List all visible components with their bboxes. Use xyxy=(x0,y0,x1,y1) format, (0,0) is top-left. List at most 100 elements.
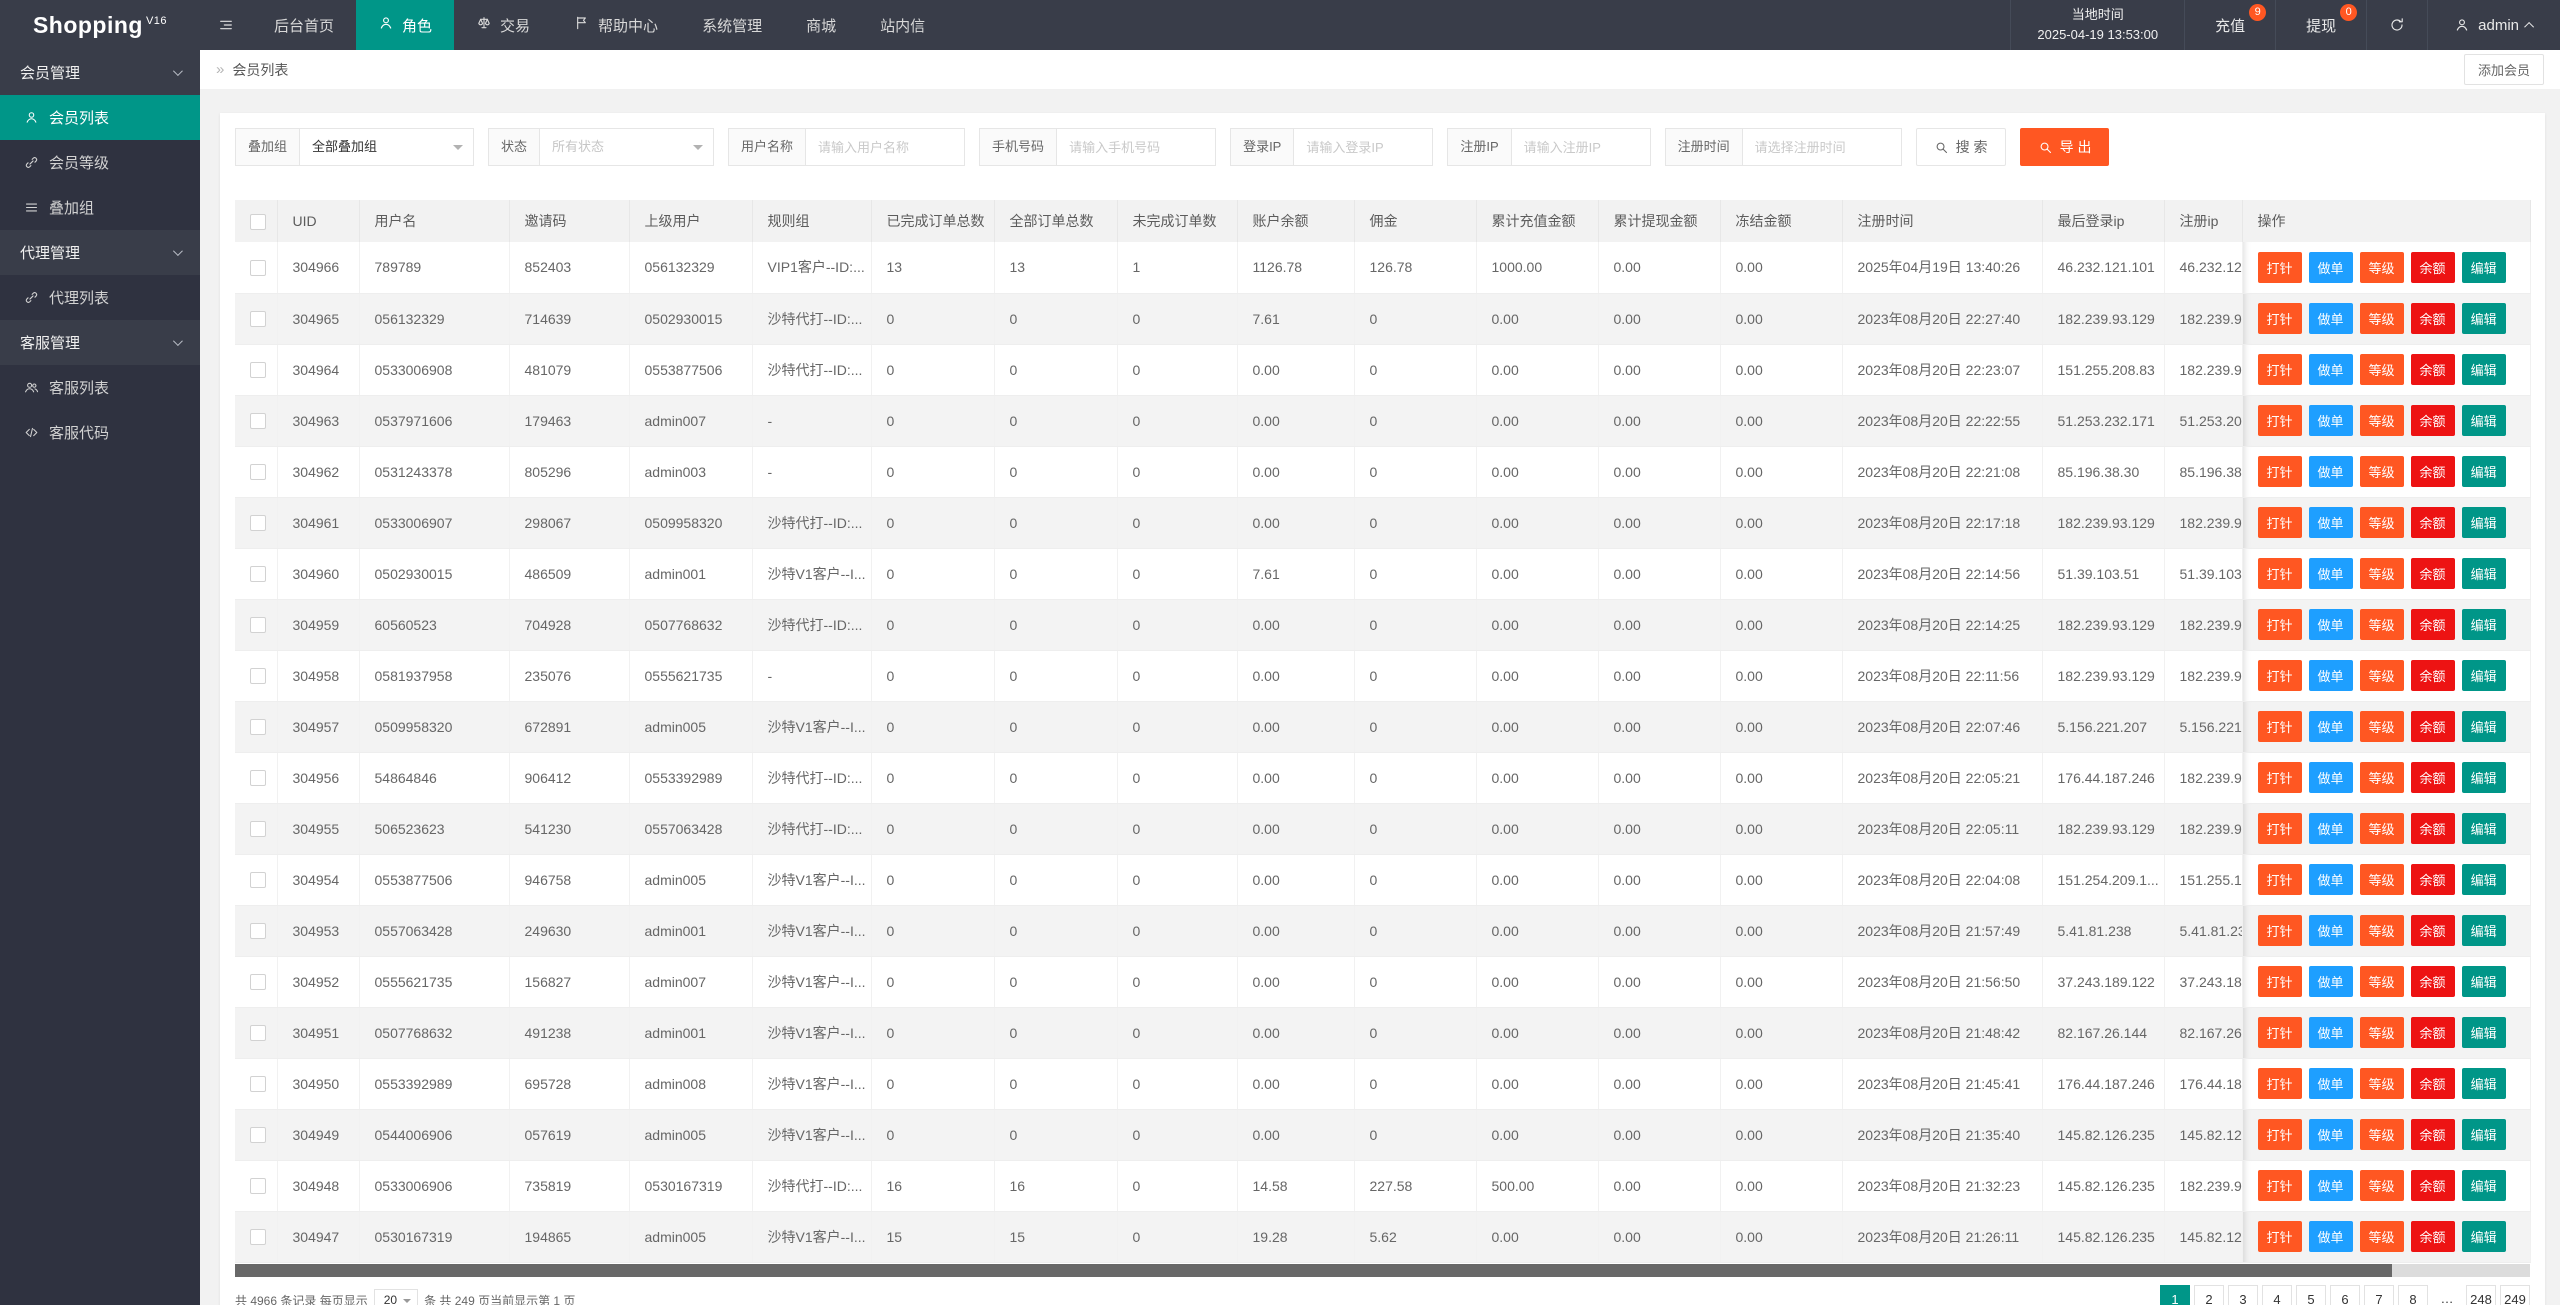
row-checkbox[interactable] xyxy=(250,1025,266,1042)
action-inject-button[interactable]: 打针 xyxy=(2257,1068,2302,1099)
action-edit-button[interactable]: 编辑 xyxy=(2461,609,2506,640)
nav-item-role[interactable]: 角色 xyxy=(356,0,455,50)
action-level-button[interactable]: 等级 xyxy=(2359,1017,2404,1048)
hamburger-menu-icon[interactable] xyxy=(200,0,252,50)
action-order-button[interactable]: 做单 xyxy=(2308,660,2353,691)
action-edit-button[interactable]: 编辑 xyxy=(2461,251,2506,283)
action-level-button[interactable]: 等级 xyxy=(2359,1119,2404,1150)
row-checkbox[interactable] xyxy=(250,1229,266,1246)
action-edit-button[interactable]: 编辑 xyxy=(2461,303,2506,334)
stack-group-select[interactable]: 全部叠加组 xyxy=(299,128,475,166)
action-balance-button[interactable]: 余额 xyxy=(2410,558,2455,589)
action-edit-button[interactable]: 编辑 xyxy=(2461,966,2506,997)
row-checkbox[interactable] xyxy=(250,821,266,838)
action-order-button[interactable]: 做单 xyxy=(2308,303,2353,334)
page-button-1[interactable]: 1 xyxy=(2160,1285,2190,1305)
row-checkbox[interactable] xyxy=(250,719,266,736)
action-edit-button[interactable]: 编辑 xyxy=(2461,915,2506,946)
action-edit-button[interactable]: 编辑 xyxy=(2461,813,2506,844)
page-button-7[interactable]: 7 xyxy=(2364,1285,2394,1305)
row-checkbox[interactable] xyxy=(250,566,266,583)
action-inject-button[interactable]: 打针 xyxy=(2257,813,2302,844)
sidebar-item-service-list[interactable]: 客服列表 xyxy=(0,365,200,410)
action-edit-button[interactable]: 编辑 xyxy=(2461,660,2506,691)
action-inject-button[interactable]: 打针 xyxy=(2257,303,2302,334)
reg-ip-input[interactable] xyxy=(1510,128,1651,166)
action-order-button[interactable]: 做单 xyxy=(2308,558,2353,589)
action-level-button[interactable]: 等级 xyxy=(2359,660,2404,691)
action-order-button[interactable]: 做单 xyxy=(2308,507,2353,538)
action-order-button[interactable]: 做单 xyxy=(2308,456,2353,487)
action-edit-button[interactable]: 编辑 xyxy=(2461,1119,2506,1150)
action-edit-button[interactable]: 编辑 xyxy=(2461,1221,2506,1252)
action-inject-button[interactable]: 打针 xyxy=(2257,915,2302,946)
row-checkbox[interactable] xyxy=(250,1127,266,1144)
action-balance-button[interactable]: 余额 xyxy=(2410,609,2455,640)
action-level-button[interactable]: 等级 xyxy=(2359,915,2404,946)
sidebar-group-member-management[interactable]: 会员管理 xyxy=(0,50,200,95)
export-button[interactable]: 导 出 xyxy=(2019,128,2110,166)
action-inject-button[interactable]: 打针 xyxy=(2257,405,2302,436)
row-checkbox[interactable] xyxy=(250,413,266,430)
row-checkbox[interactable] xyxy=(250,311,266,328)
action-level-button[interactable]: 等级 xyxy=(2359,711,2404,742)
action-order-button[interactable]: 做单 xyxy=(2308,609,2353,640)
action-inject-button[interactable]: 打针 xyxy=(2257,1170,2302,1201)
action-order-button[interactable]: 做单 xyxy=(2308,1119,2353,1150)
action-edit-button[interactable]: 编辑 xyxy=(2461,711,2506,742)
row-checkbox[interactable] xyxy=(250,259,266,276)
action-level-button[interactable]: 等级 xyxy=(2359,558,2404,589)
action-order-button[interactable]: 做单 xyxy=(2308,1170,2353,1201)
reg-time-input[interactable] xyxy=(1741,128,1902,166)
action-level-button[interactable]: 等级 xyxy=(2359,251,2404,283)
action-edit-button[interactable]: 编辑 xyxy=(2461,456,2506,487)
action-order-button[interactable]: 做单 xyxy=(2308,915,2353,946)
action-balance-button[interactable]: 余额 xyxy=(2410,251,2455,283)
recharge-menu-item[interactable]: 充值 9 xyxy=(2184,0,2275,50)
action-inject-button[interactable]: 打针 xyxy=(2257,1221,2302,1252)
nav-item-system[interactable]: 系统管理 xyxy=(680,0,784,50)
row-checkbox[interactable] xyxy=(250,923,266,940)
scrollbar-thumb[interactable] xyxy=(235,1264,2393,1277)
action-level-button[interactable]: 等级 xyxy=(2359,507,2404,538)
page-button-3[interactable]: 3 xyxy=(2228,1285,2258,1305)
page-button-5[interactable]: 5 xyxy=(2296,1285,2326,1305)
action-order-button[interactable]: 做单 xyxy=(2308,405,2353,436)
nav-item-dashboard[interactable]: 后台首页 xyxy=(252,0,356,50)
select-all-checkbox[interactable] xyxy=(250,213,266,230)
action-balance-button[interactable]: 余额 xyxy=(2410,711,2455,742)
page-button-2[interactable]: 2 xyxy=(2194,1285,2224,1305)
action-level-button[interactable]: 等级 xyxy=(2359,966,2404,997)
action-inject-button[interactable]: 打针 xyxy=(2257,660,2302,691)
withdraw-menu-item[interactable]: 提现 0 xyxy=(2275,0,2366,50)
action-inject-button[interactable]: 打针 xyxy=(2257,864,2302,895)
row-checkbox[interactable] xyxy=(250,362,266,379)
action-inject-button[interactable]: 打针 xyxy=(2257,558,2302,589)
sidebar-item-member-list[interactable]: 会员列表 xyxy=(0,95,200,140)
action-edit-button[interactable]: 编辑 xyxy=(2461,405,2506,436)
action-balance-button[interactable]: 余额 xyxy=(2410,507,2455,538)
page-button-4[interactable]: 4 xyxy=(2262,1285,2292,1305)
action-balance-button[interactable]: 余额 xyxy=(2410,660,2455,691)
add-member-button[interactable]: 添加会员 xyxy=(2463,54,2544,85)
action-order-button[interactable]: 做单 xyxy=(2308,354,2353,385)
page-button-249[interactable]: 249 xyxy=(2500,1285,2530,1305)
row-checkbox[interactable] xyxy=(250,872,266,889)
action-balance-button[interactable]: 余额 xyxy=(2410,1068,2455,1099)
action-balance-button[interactable]: 余额 xyxy=(2410,303,2455,334)
action-order-button[interactable]: 做单 xyxy=(2308,1221,2353,1252)
action-balance-button[interactable]: 余额 xyxy=(2410,1119,2455,1150)
action-order-button[interactable]: 做单 xyxy=(2308,864,2353,895)
sidebar-group-agent-management[interactable]: 代理管理 xyxy=(0,230,200,275)
action-balance-button[interactable]: 余额 xyxy=(2410,1170,2455,1201)
action-balance-button[interactable]: 余额 xyxy=(2410,405,2455,436)
action-inject-button[interactable]: 打针 xyxy=(2257,456,2302,487)
action-inject-button[interactable]: 打针 xyxy=(2257,507,2302,538)
action-inject-button[interactable]: 打针 xyxy=(2257,762,2302,793)
action-level-button[interactable]: 等级 xyxy=(2359,456,2404,487)
action-edit-button[interactable]: 编辑 xyxy=(2461,507,2506,538)
action-balance-button[interactable]: 余额 xyxy=(2410,813,2455,844)
row-checkbox[interactable] xyxy=(250,1076,266,1093)
action-balance-button[interactable]: 余额 xyxy=(2410,915,2455,946)
row-checkbox[interactable] xyxy=(250,1178,266,1195)
